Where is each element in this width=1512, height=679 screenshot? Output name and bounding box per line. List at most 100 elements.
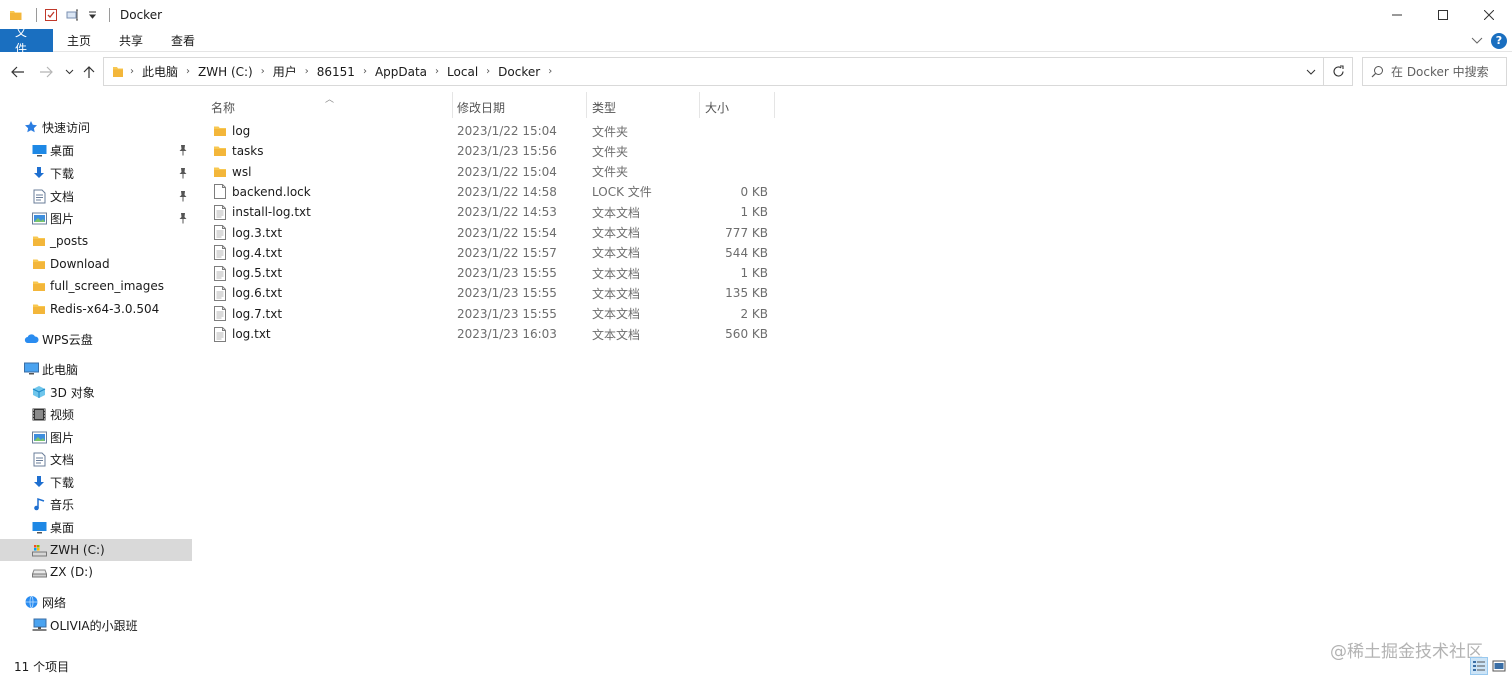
breadcrumb-drive-c[interactable]: ZWH (C:) — [192, 65, 259, 79]
file-name-cell[interactable]: tasks — [212, 141, 452, 161]
refresh-button[interactable] — [1324, 57, 1353, 86]
sidebar-item[interactable]: 桌面 — [0, 139, 192, 161]
window-title: Docker — [120, 7, 163, 22]
column-header-name[interactable]: 名称 — [204, 95, 452, 119]
chevron-right-icon[interactable]: › — [484, 66, 492, 77]
column-header-date[interactable]: 修改日期 — [450, 95, 586, 119]
breadcrumb-users[interactable]: 用户 — [267, 63, 303, 80]
breadcrumb-this-pc[interactable]: 此电脑 — [136, 63, 184, 80]
file-row[interactable]: log.5.txt 2023/1/23 15:55 文本文档 1 KB — [204, 263, 776, 283]
file-size: 560 KB — [725, 327, 768, 341]
network-icon — [23, 594, 39, 610]
file-row[interactable]: log.txt 2023/1/23 16:03 文本文档 560 KB — [204, 324, 776, 344]
file-name-cell[interactable]: install-log.txt — [212, 202, 452, 222]
sidebar-item[interactable]: 下载 — [0, 162, 192, 184]
expand-ribbon-icon[interactable] — [1471, 37, 1483, 45]
file-size: 1 KB — [740, 205, 768, 220]
file-name-cell[interactable]: wsl — [212, 162, 452, 182]
sidebar-item[interactable]: 文档 — [0, 448, 192, 470]
details-view-button[interactable] — [1470, 657, 1488, 675]
tab-view[interactable]: 查看 — [157, 29, 209, 52]
back-button[interactable] — [8, 60, 28, 84]
column-header-type[interactable]: 类型 — [585, 95, 699, 119]
breadcrumb-docker[interactable]: Docker — [492, 65, 546, 79]
file-type: 文本文档 — [592, 266, 641, 281]
address-history-button[interactable] — [1299, 58, 1323, 85]
sidebar-item[interactable]: 音乐 — [0, 493, 192, 515]
column-divider[interactable] — [774, 92, 775, 118]
sidebar-item[interactable]: 下载 — [0, 471, 192, 493]
sidebar-item[interactable]: 图片 — [0, 207, 192, 229]
tab-share[interactable]: 共享 — [105, 29, 157, 52]
breadcrumb-user-folder[interactable]: 86151 — [311, 65, 361, 79]
forward-button[interactable] — [36, 60, 56, 84]
file-row[interactable]: log.7.txt 2023/1/23 15:55 文本文档 2 KB — [204, 304, 776, 324]
file-name-cell[interactable]: log.3.txt — [212, 223, 452, 243]
sidebar-item[interactable]: OLIVIA的小跟班 — [0, 614, 192, 636]
sidebar-item[interactable]: ZWH (C:) — [0, 539, 192, 561]
column-header-size[interactable]: 大小 — [698, 95, 774, 119]
sidebar-item[interactable]: 桌面 — [0, 516, 192, 538]
file-size: 0 KB — [740, 184, 768, 199]
sidebar-item[interactable]: 快速访问 — [0, 116, 192, 138]
large-icons-view-button[interactable] — [1490, 657, 1508, 675]
sidebar-item[interactable]: Redis-x64-3.0.504 — [0, 298, 192, 320]
chevron-right-icon[interactable]: › — [259, 66, 267, 77]
file-size: 135 KB — [725, 286, 768, 301]
file-row[interactable]: tasks 2023/1/23 15:56 文件夹 — [204, 141, 776, 161]
chevron-right-icon[interactable]: › — [546, 66, 554, 77]
file-date: 2023/1/22 14:58 — [457, 184, 557, 199]
properties-icon[interactable] — [43, 7, 59, 23]
file-name-cell[interactable]: log.5.txt — [212, 263, 452, 283]
rename-icon[interactable] — [65, 7, 81, 23]
sidebar-item[interactable]: ZX (D:) — [0, 561, 192, 583]
sidebar-item[interactable]: _posts — [0, 230, 192, 252]
file-date: 2023/1/23 15:56 — [457, 144, 557, 159]
file-row[interactable]: log.4.txt 2023/1/22 15:57 文本文档 544 KB — [204, 243, 776, 263]
sidebar-item[interactable]: 图片 — [0, 426, 192, 448]
search-input[interactable]: 在 Docker 中搜索 — [1391, 63, 1489, 80]
sidebar-item[interactable]: 视频 — [0, 403, 192, 425]
tab-home[interactable]: 主页 — [53, 29, 105, 52]
sidebar-item[interactable]: 此电脑 — [0, 358, 192, 380]
file-row[interactable]: log.3.txt 2023/1/22 15:54 文本文档 777 KB — [204, 223, 776, 243]
chevron-right-icon[interactable]: › — [433, 66, 441, 77]
file-name-cell[interactable]: log — [212, 121, 452, 141]
sidebar-item[interactable]: full_screen_images — [0, 275, 192, 297]
3d-objects-icon — [31, 384, 47, 400]
file-name-cell[interactable]: backend.lock — [212, 182, 452, 202]
search-box[interactable]: 在 Docker 中搜索 — [1362, 57, 1507, 86]
maximize-button[interactable] — [1420, 0, 1466, 29]
sidebar-item[interactable]: Download — [0, 253, 192, 275]
file-row[interactable]: log.6.txt 2023/1/23 15:55 文本文档 135 KB — [204, 283, 776, 303]
chevron-right-icon[interactable]: › — [361, 66, 369, 77]
file-name-cell[interactable]: log.4.txt — [212, 243, 452, 263]
address-bar[interactable]: › 此电脑 › ZWH (C:) › 用户 › 86151 › AppData … — [103, 57, 1324, 86]
chevron-right-icon[interactable]: › — [128, 66, 136, 77]
sidebar-item-label: 下载 — [50, 475, 75, 490]
file-name-cell[interactable]: log.txt — [212, 324, 452, 344]
chevron-right-icon[interactable]: › — [184, 66, 192, 77]
file-row[interactable]: log 2023/1/22 15:04 文件夹 — [204, 121, 776, 141]
sidebar-item[interactable]: 文档 — [0, 185, 192, 207]
minimize-button[interactable] — [1374, 0, 1420, 29]
close-button[interactable] — [1466, 0, 1512, 29]
breadcrumb-local[interactable]: Local — [441, 65, 484, 79]
file-row[interactable]: wsl 2023/1/22 15:04 文件夹 — [204, 162, 776, 182]
sidebar-item[interactable]: 网络 — [0, 591, 192, 613]
customize-toolbar-icon[interactable] — [87, 7, 97, 23]
file-name: log.txt — [232, 327, 271, 341]
up-button[interactable] — [80, 60, 98, 84]
tab-file[interactable]: 文件 — [0, 25, 53, 56]
file-row[interactable]: install-log.txt 2023/1/22 14:53 文本文档 1 KB — [204, 202, 776, 222]
sidebar-item[interactable]: WPS云盘 — [0, 328, 192, 350]
file-name-cell[interactable]: log.6.txt — [212, 283, 452, 303]
file-name-cell[interactable]: log.7.txt — [212, 304, 452, 324]
file-row[interactable]: backend.lock 2023/1/22 14:58 LOCK 文件 0 KB — [204, 182, 776, 202]
chevron-right-icon[interactable]: › — [303, 66, 311, 77]
sidebar-item[interactable]: 3D 对象 — [0, 381, 192, 403]
help-icon[interactable]: ? — [1491, 32, 1507, 49]
breadcrumb-appdata[interactable]: AppData — [369, 65, 433, 79]
file-date: 2023/1/23 15:55 — [457, 266, 557, 281]
recent-locations-button[interactable] — [62, 60, 76, 84]
